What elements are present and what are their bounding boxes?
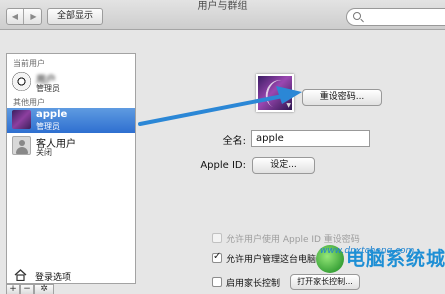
watermark-title: 电脑系统城 [346, 248, 445, 270]
